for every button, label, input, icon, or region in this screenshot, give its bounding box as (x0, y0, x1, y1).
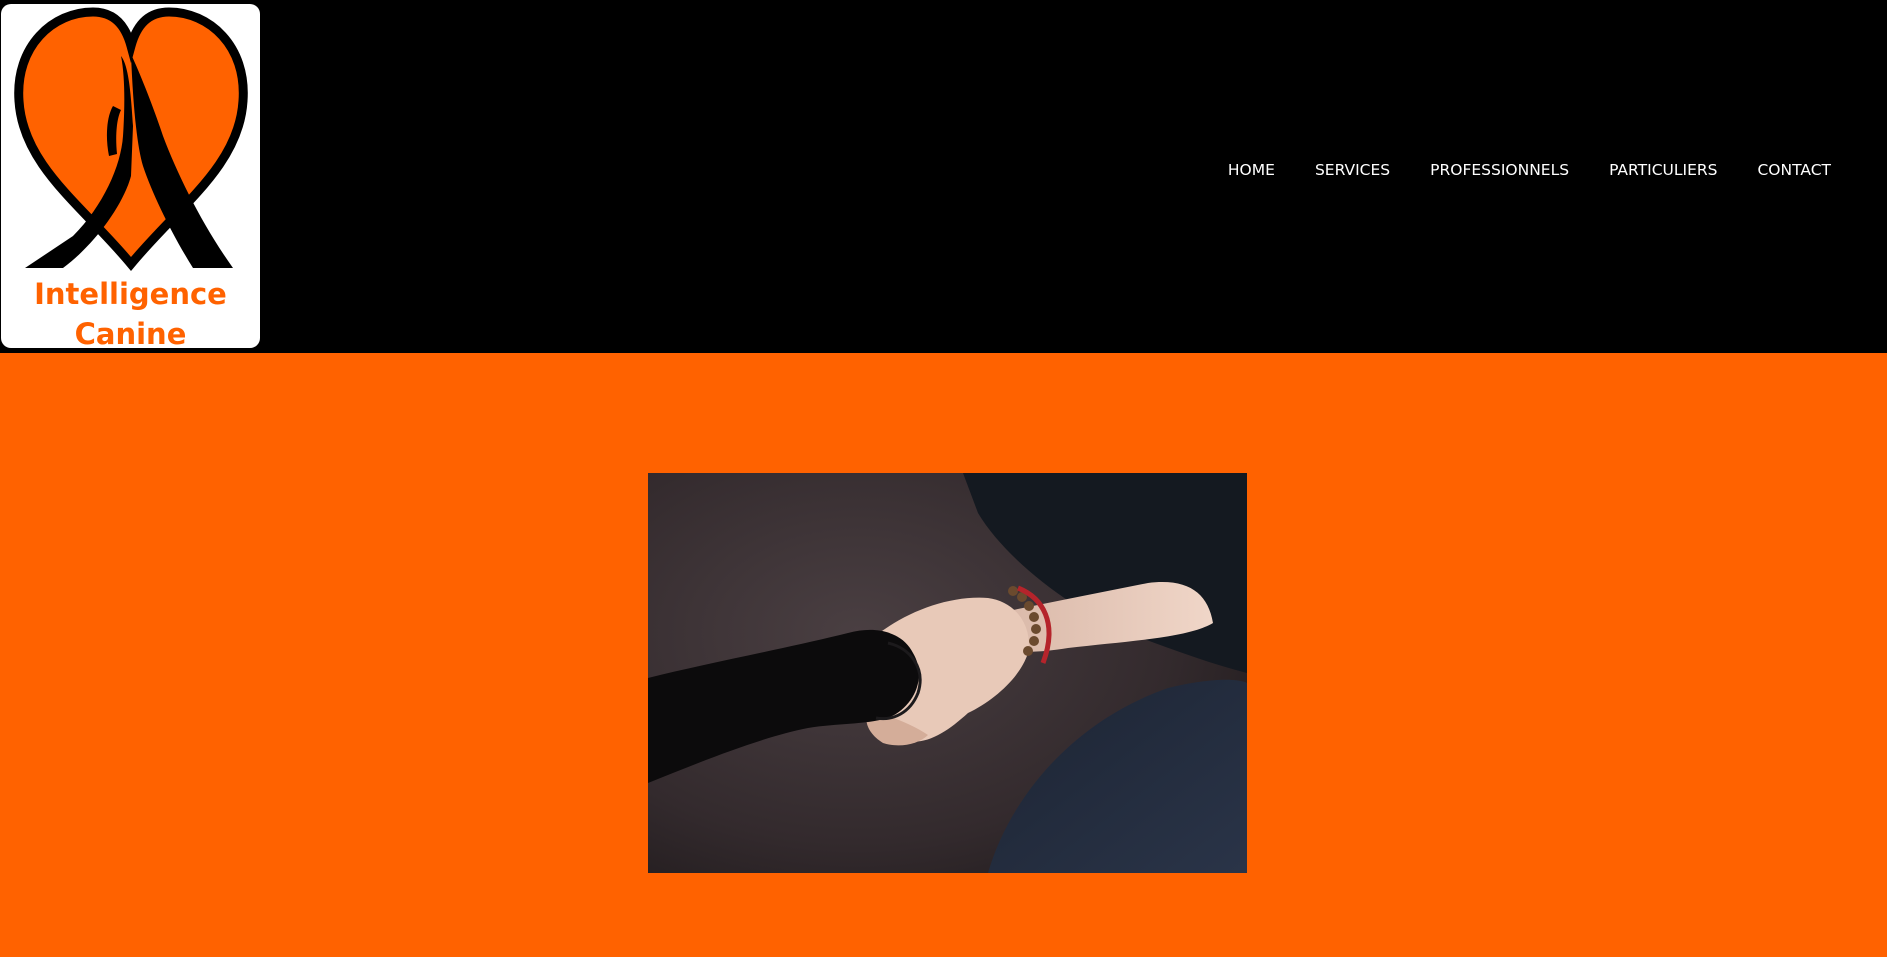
site-logo[interactable]: Intelligence Canine (1, 4, 260, 348)
hero-photo (648, 473, 1247, 873)
nav-particuliers[interactable]: PARTICULIERS (1609, 158, 1717, 182)
dog-paw-hand-photo-icon (648, 473, 1247, 873)
brand-name-line2: Canine (74, 317, 187, 348)
nav-home[interactable]: HOME (1228, 158, 1275, 182)
nav-professionnels[interactable]: PROFESSIONNELS (1430, 158, 1569, 182)
hero-section (0, 353, 1887, 957)
nav-contact[interactable]: CONTACT (1757, 158, 1831, 182)
heart-paw-hand-logo-icon (14, 7, 248, 272)
nav-services[interactable]: SERVICES (1315, 158, 1390, 182)
main-nav: HOME SERVICES PROFESSIONNELS PARTICULIER… (1228, 158, 1831, 182)
site-header: Intelligence Canine HOME SERVICES PROFES… (0, 0, 1887, 353)
brand-name-line1: Intelligence (34, 277, 227, 311)
